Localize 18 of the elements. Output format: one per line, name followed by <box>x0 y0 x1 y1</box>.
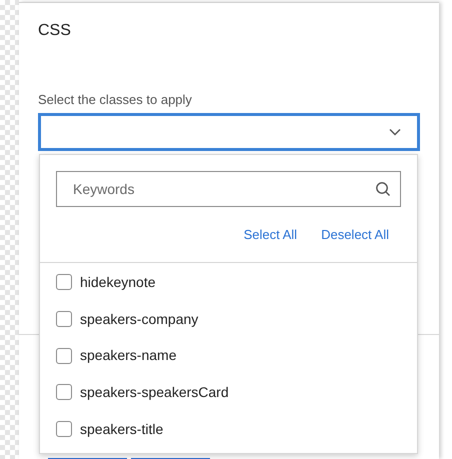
checkbox[interactable] <box>56 421 72 438</box>
checkbox[interactable] <box>56 348 72 364</box>
search-field[interactable]: Keywords <box>56 171 401 207</box>
checkbox[interactable] <box>56 274 72 290</box>
chevron-down-icon <box>389 128 401 136</box>
option-label[interactable]: speakers-title <box>80 418 164 440</box>
checkbox[interactable] <box>56 384 72 400</box>
option-label[interactable]: speakers-speakersCard <box>80 382 229 403</box>
option-label[interactable]: speakers-company <box>80 308 198 330</box>
search-icon[interactable] <box>375 181 391 197</box>
action-link[interactable]: Deselect All <box>321 226 389 244</box>
action-link[interactable]: Select All <box>244 226 298 244</box>
field-label: Select the classes to apply <box>38 91 193 109</box>
panel-title: CSS <box>38 21 72 41</box>
option-label[interactable]: speakers-name <box>80 345 176 366</box>
class-select[interactable] <box>38 113 420 151</box>
option-label[interactable]: hidekeynote <box>80 272 156 293</box>
checkbox[interactable] <box>56 311 72 328</box>
